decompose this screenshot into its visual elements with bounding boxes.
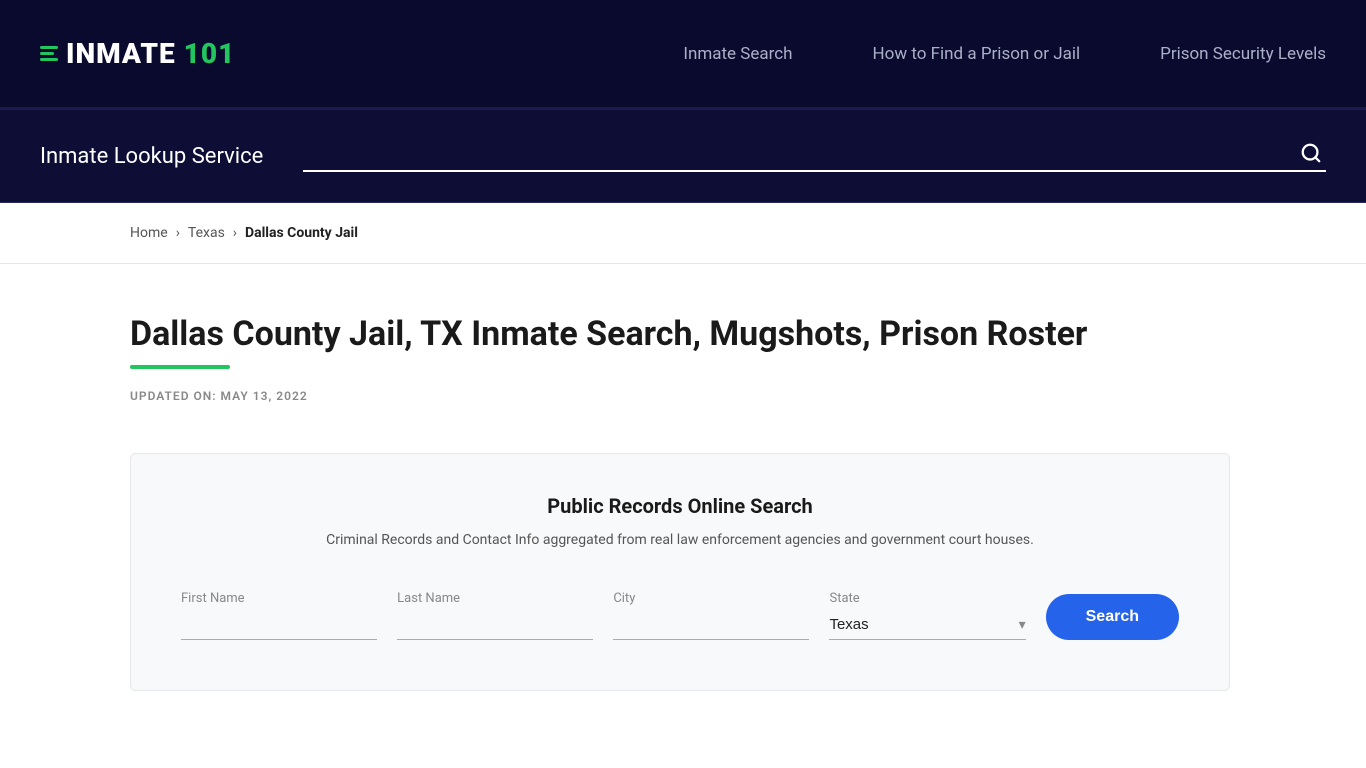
search-input[interactable]: [303, 140, 1296, 166]
search-section-title: Inmate Lookup Service: [40, 144, 263, 169]
public-records-subtitle: Criminal Records and Contact Info aggreg…: [181, 530, 1179, 551]
updated-date: UPDATED ON: MAY 13, 2022: [130, 389, 1236, 403]
main-content: Dallas County Jail, TX Inmate Search, Mu…: [0, 264, 1366, 731]
state-label: State: [829, 591, 1025, 606]
top-navigation: INMATE 101 Inmate Search How to Find a P…: [0, 0, 1366, 110]
breadcrumb-home[interactable]: Home: [130, 225, 168, 241]
state-select[interactable]: AlabamaAlaskaArizonaArkansasCaliforniaCo…: [829, 610, 1025, 640]
city-field: City: [613, 591, 809, 640]
first-name-label: First Name: [181, 591, 377, 606]
nav-links: Inmate Search How to Find a Prison or Ja…: [683, 44, 1326, 64]
nav-inmate-search[interactable]: Inmate Search: [683, 44, 792, 64]
city-label: City: [613, 591, 809, 606]
logo-link[interactable]: INMATE 101: [40, 37, 235, 70]
first-name-input[interactable]: [181, 610, 377, 640]
title-underline: [130, 365, 230, 369]
public-records-title: Public Records Online Search: [181, 494, 1179, 518]
page-title: Dallas County Jail, TX Inmate Search, Mu…: [130, 314, 1236, 355]
breadcrumb-state[interactable]: Texas: [188, 225, 225, 241]
last-name-field: Last Name: [397, 591, 593, 640]
first-name-field: First Name: [181, 591, 377, 640]
logo-icon: [40, 46, 58, 61]
search-input-wrapper: [303, 140, 1326, 172]
last-name-label: Last Name: [397, 591, 593, 606]
search-form: First Name Last Name City State AlabamaA…: [181, 591, 1179, 640]
breadcrumb-chevron-1: ›: [176, 225, 180, 241]
nav-how-to-find[interactable]: How to Find a Prison or Jail: [873, 44, 1081, 64]
nav-security-levels[interactable]: Prison Security Levels: [1160, 44, 1326, 64]
breadcrumb-current: Dallas County Jail: [245, 225, 358, 241]
search-icon-button[interactable]: [1296, 142, 1326, 164]
search-icon: [1300, 142, 1322, 164]
breadcrumb: Home › Texas › Dallas County Jail: [0, 203, 1366, 264]
state-field: State AlabamaAlaskaArizonaArkansasCalifo…: [829, 591, 1025, 640]
search-button[interactable]: Search: [1046, 594, 1179, 640]
breadcrumb-chevron-2: ›: [233, 225, 237, 241]
search-section: Inmate Lookup Service: [0, 110, 1366, 203]
last-name-input[interactable]: [397, 610, 593, 640]
logo-highlight: 101: [184, 37, 236, 70]
state-select-wrapper: AlabamaAlaskaArizonaArkansasCaliforniaCo…: [829, 610, 1025, 640]
public-records-card: Public Records Online Search Criminal Re…: [130, 453, 1230, 691]
city-input[interactable]: [613, 610, 809, 640]
logo-text: INMATE 101: [66, 37, 235, 70]
